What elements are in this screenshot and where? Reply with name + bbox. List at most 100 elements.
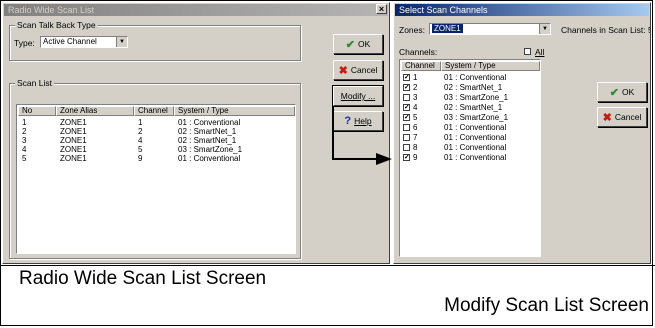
right-window-title: Select Scan Channels	[399, 5, 488, 15]
channel-checkbox[interactable]: ✓	[403, 74, 410, 81]
channel-system-type: 01 : Conventional	[444, 143, 507, 152]
left-window-title: Radio Wide Scan List	[8, 5, 95, 15]
channel-checkbox[interactable]: ✓	[403, 84, 410, 91]
channel-number: 4	[413, 103, 418, 112]
channel-system-type: 03 : SmartZone_1	[444, 93, 509, 102]
right-caption: Modify Scan List Screen	[444, 295, 649, 316]
zones-select[interactable]: ZONE1 ▼	[429, 23, 551, 35]
modify-button[interactable]: Modify ...	[332, 85, 384, 107]
row-no: 4	[22, 145, 27, 154]
row-no: 1	[22, 118, 27, 127]
row-channel: 2	[138, 127, 143, 136]
modify-button-label: Modify ...	[340, 91, 376, 101]
row-no: 2	[22, 127, 27, 136]
zones-select-value: ZONE1	[432, 24, 463, 33]
checkmark-icon: ✔	[609, 86, 619, 99]
channel-number: 7	[413, 133, 418, 142]
channel-checkbox[interactable]: ✓	[403, 114, 410, 121]
channel-number: 1	[413, 73, 418, 82]
row-zone: ZONE1	[60, 127, 87, 136]
x-icon: ✖	[602, 111, 612, 124]
scan-list-group: Scan List No Zone Alias Channel System /…	[9, 78, 301, 259]
talk-back-group: Scan Talk Back Type Type: Active Channel…	[9, 20, 301, 61]
channel-system-type: 01 : Conventional	[444, 153, 507, 162]
row-zone: ZONE1	[60, 154, 87, 163]
channel-checkbox[interactable]	[403, 134, 410, 141]
chevron-down-icon[interactable]: ▼	[539, 24, 550, 34]
help-button-label: Help	[354, 116, 372, 126]
channel-number: 3	[413, 93, 418, 102]
type-select[interactable]: Active Channel ▼	[40, 36, 128, 48]
row-system: 01 : Conventional	[178, 118, 241, 127]
left-window-titlebar[interactable]: Radio Wide Scan List	[4, 4, 388, 16]
channel-list[interactable]: Channel System / Type ✓ 1 01 : Conventiona…	[399, 59, 541, 257]
all-checkbox-label: All	[535, 47, 545, 57]
checkmark-icon: ✔	[345, 38, 355, 51]
row-channel: 9	[138, 154, 143, 163]
column-header-system-type[interactable]: System / Type	[174, 106, 295, 116]
channel-number: 2	[413, 83, 418, 92]
channel-system-type: 02 : SmartNet_1	[444, 103, 503, 112]
row-zone: ZONE1	[60, 145, 87, 154]
cancel-button-label: Cancel	[350, 65, 378, 75]
caption-divider	[0, 265, 655, 266]
connector-line-horizontal	[332, 158, 378, 160]
arrow-right-icon	[376, 153, 392, 165]
question-icon: ?	[344, 115, 352, 127]
scan-list-table[interactable]: No Zone Alias Channel System / Type 1 ZO…	[16, 104, 296, 254]
channel-system-type: 01 : Conventional	[444, 133, 507, 142]
row-channel: 4	[138, 136, 143, 145]
channel-checkbox[interactable]: ✓	[403, 154, 410, 161]
row-no: 3	[22, 136, 27, 145]
channel-number: 8	[413, 143, 418, 152]
channel-system-type: 01 : Conventional	[444, 73, 507, 82]
connector-line-vertical	[332, 106, 334, 159]
row-channel: 5	[138, 145, 143, 154]
channel-number: 5	[413, 113, 418, 122]
row-system: 02 : SmartNet_1	[178, 136, 237, 145]
channel-system-type: 02 : SmartNet_1	[444, 83, 503, 92]
channel-system-type: 03 : SmartZone_1	[444, 113, 509, 122]
select-ok-label: OK	[621, 87, 635, 97]
row-zone: ZONE1	[60, 136, 87, 145]
channel-system-type: 01 : Conventional	[444, 123, 507, 132]
left-caption: Radio Wide Scan List Screen	[19, 268, 267, 289]
type-select-value: Active Channel	[43, 37, 97, 46]
scan-list-group-label: Scan List	[15, 78, 54, 88]
ok-button[interactable]: ✔ OK	[333, 34, 383, 54]
x-icon: ✖	[338, 64, 348, 77]
chevron-down-icon[interactable]: ▼	[116, 37, 127, 47]
channel-checkbox[interactable]	[403, 94, 410, 101]
select-ok-button[interactable]: ✔ OK	[597, 82, 647, 102]
channel-number: 9	[413, 153, 418, 162]
all-checkbox[interactable]	[524, 48, 531, 55]
column-header-no[interactable]: No	[18, 106, 56, 116]
type-label: Type:	[14, 38, 35, 48]
close-icon[interactable]: ×	[376, 4, 387, 14]
row-system: 02 : SmartNet_1	[178, 127, 237, 136]
column-header-system-type[interactable]: System / Type	[441, 61, 540, 71]
channel-number: 6	[413, 123, 418, 132]
channel-checkbox[interactable]: ✓	[403, 104, 410, 111]
channels-in-scan-list-label: Channels in Scan List: 5	[561, 25, 651, 35]
row-no: 5	[22, 154, 27, 163]
select-scan-channels-window: Select Scan Channels Zones: ZONE1 ▼ Chan…	[393, 2, 651, 264]
right-window-titlebar[interactable]: Select Scan Channels	[395, 4, 649, 16]
channel-checkbox[interactable]	[403, 144, 410, 151]
zones-label: Zones:	[399, 25, 425, 35]
help-button[interactable]: ? Help	[333, 111, 383, 131]
channel-checkbox[interactable]	[403, 124, 410, 131]
row-system: 03 : SmartZone_1	[178, 145, 243, 154]
column-header-channel[interactable]: Channel	[401, 61, 441, 71]
select-cancel-label: Cancel	[614, 112, 642, 122]
column-header-zone-alias[interactable]: Zone Alias	[56, 106, 134, 116]
talk-back-group-label: Scan Talk Back Type	[15, 20, 98, 30]
column-header-channel[interactable]: Channel	[134, 106, 174, 116]
select-cancel-button[interactable]: ✖ Cancel	[597, 107, 647, 127]
row-system: 01 : Conventional	[178, 154, 241, 163]
row-zone: ZONE1	[60, 118, 87, 127]
row-channel: 1	[138, 118, 143, 127]
cancel-button[interactable]: ✖ Cancel	[333, 60, 383, 80]
ok-button-label: OK	[357, 39, 371, 49]
channels-label: Channels:	[399, 47, 438, 57]
